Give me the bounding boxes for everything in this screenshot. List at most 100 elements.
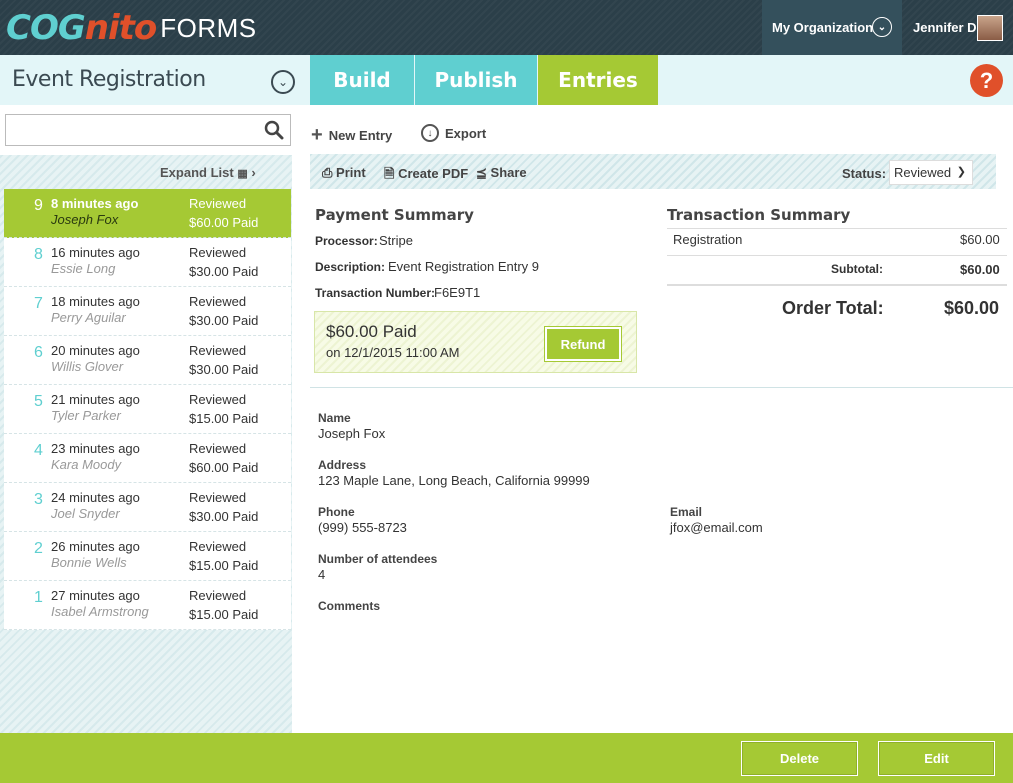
entry-status: Reviewed: [189, 588, 247, 603]
create-pdf-label: Create PDF: [398, 166, 469, 181]
refund-button[interactable]: Refund: [544, 326, 622, 362]
delete-button[interactable]: Delete: [741, 741, 858, 776]
share-icon: ⪳: [476, 165, 487, 180]
new-entry-label: New Entry: [328, 128, 393, 143]
description-label: Description:: [315, 260, 386, 274]
search-icon[interactable]: [264, 120, 284, 140]
section-divider: [310, 387, 1013, 388]
form-title[interactable]: Event Registration: [12, 67, 206, 92]
print-label: Print: [336, 165, 366, 180]
entry-name: Joseph Fox: [51, 212, 119, 227]
entry-name: Perry Aguilar: [51, 310, 126, 325]
list-item[interactable]: 8 16 minutes ago Essie Long Reviewed $30…: [4, 238, 291, 287]
entry-number: 8: [34, 246, 43, 263]
transaction-number-value: F6E9T1: [434, 285, 481, 300]
list-item[interactable]: 4 23 minutes ago Kara Moody Reviewed $60…: [4, 434, 291, 483]
entry-status: Reviewed: [189, 392, 247, 407]
list-item[interactable]: 2 26 minutes ago Bonnie Wells Reviewed $…: [4, 532, 291, 581]
expand-list-label: Expand List: [160, 165, 234, 180]
entry-number: 5: [34, 393, 43, 410]
field-phone-label: Phone: [318, 505, 355, 519]
entry-time: 21 minutes ago: [51, 392, 140, 407]
export-label: Export: [445, 125, 487, 141]
chevron-down-icon: ⌄: [872, 17, 892, 37]
entries-list: 9 8 minutes ago Joseph Fox Reviewed $60.…: [4, 189, 291, 630]
entry-status: Reviewed: [189, 245, 247, 260]
entry-time: 18 minutes ago: [51, 294, 140, 309]
entry-name: Bonnie Wells: [51, 555, 127, 570]
form-menu-chevron-icon[interactable]: ⌄: [271, 70, 295, 94]
paid-amount: $60.00 Paid: [326, 322, 417, 341]
user-name[interactable]: Jennifer D: [913, 20, 977, 35]
print-button[interactable]: ⎙ Print: [322, 165, 366, 181]
transaction-number-label: Transaction Number:: [315, 286, 436, 300]
list-item[interactable]: 1 27 minutes ago Isabel Armstrong Review…: [4, 581, 291, 630]
entry-time: 23 minutes ago: [51, 441, 140, 456]
field-name-value: Joseph Fox: [318, 426, 386, 441]
field-address-value: 123 Maple Lane, Long Beach, California 9…: [318, 473, 590, 488]
list-item[interactable]: 9 8 minutes ago Joseph Fox Reviewed $60.…: [4, 189, 291, 238]
field-comments-label: Comments: [318, 599, 381, 613]
entry-amount: $30.00 Paid: [189, 264, 259, 279]
logo-nito-text: nito: [84, 8, 157, 48]
entry-time: 26 minutes ago: [51, 539, 140, 554]
list-item[interactable]: 6 20 minutes ago Willis Glover Reviewed …: [4, 336, 291, 385]
order-total-value: $60.00: [944, 298, 1000, 318]
entry-status: Reviewed: [189, 294, 247, 309]
entry-name: Joel Snyder: [51, 506, 120, 521]
organization-menu[interactable]: My Organization ⌄: [762, 0, 902, 55]
logo-forms-text: FORMS: [160, 12, 257, 43]
entry-time: 20 minutes ago: [51, 343, 140, 358]
status-select[interactable]: Reviewed ❯: [889, 160, 973, 185]
tab-publish[interactable]: Publish: [415, 55, 537, 105]
avatar[interactable]: [977, 15, 1003, 41]
create-pdf-button[interactable]: 🗎 Create PDF: [384, 165, 468, 187]
paid-date: on 12/1/2015 11:00 AM: [326, 345, 460, 360]
organization-label: My Organization: [772, 20, 874, 35]
chevron-right-icon: ›: [251, 165, 256, 180]
share-label: Share: [490, 165, 527, 180]
help-icon[interactable]: ?: [970, 64, 1003, 97]
export-button[interactable]: ↓ Export: [421, 124, 486, 142]
new-entry-button[interactable]: + New Entry: [311, 124, 392, 147]
plus-icon: +: [311, 124, 323, 146]
entry-status: Reviewed: [189, 490, 247, 505]
entry-status: Reviewed: [189, 441, 247, 456]
entry-time: 16 minutes ago: [51, 245, 140, 260]
entry-name: Willis Glover: [51, 359, 124, 374]
grid-icon: ▦: [237, 168, 248, 180]
field-attendees-label: Number of attendees: [318, 552, 438, 566]
entry-amount: $60.00 Paid: [189, 460, 259, 475]
entry-amount: $30.00 Paid: [189, 313, 259, 328]
tab-entries[interactable]: Entries: [538, 55, 658, 105]
order-total-label: Order Total:: [782, 298, 884, 318]
tab-build[interactable]: Build: [310, 55, 414, 105]
expand-list-button[interactable]: Expand List ▦ ›: [160, 165, 256, 180]
field-address-label: Address: [318, 458, 367, 472]
transaction-summary-title: Transaction Summary: [667, 206, 851, 224]
entry-number: 4: [34, 442, 43, 459]
entry-amount: $15.00 Paid: [189, 558, 259, 573]
search-input[interactable]: [5, 114, 291, 146]
printer-icon: ⎙: [322, 165, 333, 180]
field-attendees-value: 4: [318, 567, 326, 582]
field-email-value: jfox@email.com: [670, 520, 763, 535]
download-icon: ↓: [421, 124, 439, 142]
entry-status: Reviewed: [189, 343, 247, 358]
entry-amount: $30.00 Paid: [189, 362, 259, 377]
subtotal-value: $60.00: [960, 262, 1000, 277]
entry-name: Tyler Parker: [51, 408, 121, 423]
entry-number: 9: [34, 197, 43, 214]
line-item-amount: $60.00: [960, 232, 1000, 247]
entry-name: Essie Long: [51, 261, 116, 276]
cognito-forms-logo[interactable]: COG nito FORMS: [6, 8, 257, 48]
list-item[interactable]: 7 18 minutes ago Perry Aguilar Reviewed …: [4, 287, 291, 336]
processor-label: Processor:: [315, 234, 378, 248]
list-item[interactable]: 3 24 minutes ago Joel Snyder Reviewed $3…: [4, 483, 291, 532]
edit-button[interactable]: Edit: [878, 741, 995, 776]
payment-summary-title: Payment Summary: [315, 206, 474, 224]
share-button[interactable]: ⪳ Share: [476, 165, 527, 181]
list-item[interactable]: 5 21 minutes ago Tyler Parker Reviewed $…: [4, 385, 291, 434]
line-item-label: Registration: [673, 232, 743, 247]
divider: [667, 228, 1007, 229]
